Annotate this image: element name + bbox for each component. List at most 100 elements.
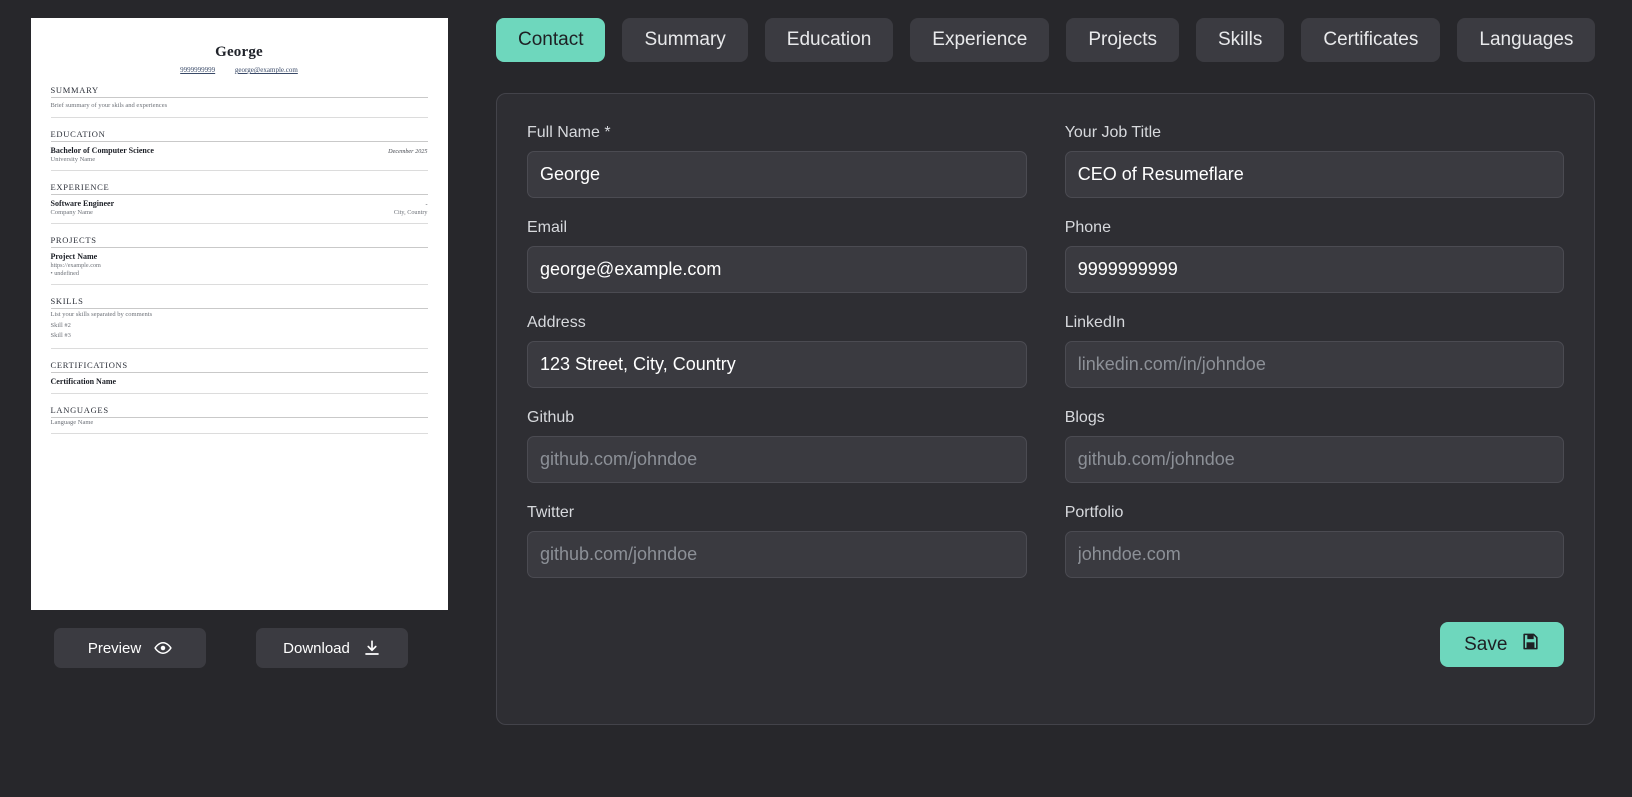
- field-linkedin: LinkedIn: [1064, 314, 1565, 388]
- resume-section-title-education: EDUCATION: [50, 129, 428, 143]
- resume-project-name: Project Name: [50, 252, 98, 262]
- resume-experience-row-2: Company Name City, Country: [51, 208, 428, 216]
- linkedin-input[interactable]: [1064, 341, 1565, 388]
- resume-document: George 9999999999 george@example.com SUM…: [30, 18, 448, 610]
- portfolio-input[interactable]: [1064, 531, 1565, 578]
- label-phone: Phone: [1064, 219, 1111, 236]
- email-input[interactable]: [527, 246, 1027, 293]
- field-portfolio: Portfolio: [1064, 504, 1565, 578]
- address-input[interactable]: [527, 341, 1027, 388]
- tab-education[interactable]: Education: [764, 18, 894, 62]
- label-blogs: Blogs: [1064, 409, 1105, 426]
- divider: [50, 223, 428, 225]
- field-address: Address: [527, 314, 1027, 388]
- resume-education-school: University Name: [50, 156, 96, 164]
- resume-contact-line: 9999999999 george@example.com: [51, 66, 428, 74]
- field-phone: Phone: [1064, 219, 1565, 293]
- resume-experience-location: City, Country: [393, 209, 428, 217]
- resume-project-url[interactable]: https://example.com: [51, 262, 428, 269]
- label-linkedin: LinkedIn: [1064, 314, 1126, 331]
- field-full-name: Full Name *: [527, 124, 1027, 198]
- eye-icon: [154, 639, 172, 657]
- resume-section-education: EDUCATION Bachelor of Computer Science D…: [50, 129, 428, 172]
- resume-language-name: Language Name: [50, 418, 94, 426]
- download-button-label: Download: [283, 639, 350, 657]
- resume-section-skills: SKILLS List your skills separated by com…: [50, 296, 428, 349]
- field-email: Email: [527, 219, 1027, 293]
- resume-section-title-certifications: CERTIFICATIONS: [50, 360, 428, 373]
- tab-languages[interactable]: Languages: [1457, 18, 1596, 62]
- tab-contact[interactable]: Contact: [496, 18, 606, 62]
- preview-button[interactable]: Preview: [54, 628, 206, 668]
- field-job-title: Your Job Title: [1064, 124, 1565, 198]
- resume-project-bullet: • undefined: [50, 270, 79, 278]
- twitter-input[interactable]: [527, 531, 1027, 578]
- preview-button-label: Preview: [87, 639, 142, 657]
- phone-input[interactable]: [1064, 246, 1565, 293]
- resume-experience-row: Software Engineer -: [51, 195, 428, 208]
- resume-preview-pane: George 9999999999 george@example.com SUM…: [30, 18, 448, 797]
- resume-actions: Preview Download: [30, 628, 448, 668]
- label-twitter: Twitter: [527, 504, 575, 521]
- save-row: Save: [527, 622, 1565, 667]
- resume-phone-link[interactable]: 9999999999: [180, 66, 215, 74]
- resume-section-title-skills: SKILLS: [50, 296, 428, 310]
- tab-skills[interactable]: Skills: [1196, 18, 1285, 62]
- resume-experience-date: -: [425, 201, 428, 209]
- divider: [50, 392, 428, 394]
- download-button[interactable]: Download: [256, 628, 408, 668]
- resume-section-title-summary: SUMMARY: [50, 85, 428, 98]
- resume-skill-item: Skill #3: [50, 332, 71, 340]
- divider: [50, 347, 428, 349]
- resume-section-experience: EXPERIENCE Software Engineer - Company N…: [50, 182, 428, 225]
- download-icon: [363, 639, 381, 657]
- contact-form-panel: Full Name * Your Job Title Email Phone A: [496, 93, 1596, 725]
- resume-section-certifications: CERTIFICATIONS Certification Name: [50, 360, 428, 394]
- resume-skill-item: List your skills separated by comments: [50, 311, 153, 319]
- contact-form-grid: Full Name * Your Job Title Email Phone A: [527, 124, 1565, 599]
- app-root: George 9999999999 george@example.com SUM…: [0, 0, 1632, 797]
- field-github: Github: [527, 409, 1027, 483]
- resume-email-link[interactable]: george@example.com: [235, 66, 298, 74]
- label-full-name: Full Name *: [527, 124, 611, 141]
- save-button[interactable]: Save: [1440, 622, 1565, 667]
- resume-summary-body: Brief summary of your skils and experien…: [50, 102, 168, 109]
- tab-projects[interactable]: Projects: [1066, 18, 1179, 62]
- resume-section-summary: SUMMARY Brief summary of your skils and …: [50, 85, 428, 119]
- resume-certification-name: Certification Name: [50, 376, 117, 386]
- editor-pane: Contact Summary Education Experience Pro…: [448, 18, 1607, 797]
- resume-name: George: [215, 44, 263, 60]
- resume-education-date: December 2025: [388, 148, 428, 156]
- resume-education-degree: Bachelor of Computer Science: [50, 146, 154, 156]
- tab-summary[interactable]: Summary: [622, 18, 748, 62]
- tab-certificates[interactable]: Certificates: [1301, 18, 1441, 62]
- label-portfolio: Portfolio: [1064, 504, 1124, 521]
- divider: [50, 117, 428, 119]
- label-job-title: Your Job Title: [1064, 124, 1162, 141]
- resume-section-title-projects: PROJECTS: [50, 235, 428, 249]
- section-tabs: Contact Summary Education Experience Pro…: [496, 18, 1596, 62]
- resume-skill-item: Skill #2: [50, 321, 71, 329]
- resume-section-languages: LANGUAGES Language Name: [50, 405, 428, 434]
- resume-section-title-experience: EXPERIENCE: [50, 182, 428, 196]
- blogs-input[interactable]: [1064, 436, 1565, 483]
- field-blogs: Blogs: [1064, 409, 1565, 483]
- field-twitter: Twitter: [527, 504, 1027, 578]
- label-github: Github: [527, 409, 575, 426]
- resume-experience-role: Software Engineer: [50, 199, 115, 209]
- github-input[interactable]: [527, 436, 1027, 483]
- divider: [50, 284, 428, 286]
- resume-education-row: Bachelor of Computer Science December 20…: [51, 142, 428, 155]
- resume-section-title-languages: LANGUAGES: [50, 405, 428, 418]
- resume-section-projects: PROJECTS Project Name https://example.co…: [50, 235, 428, 286]
- resume-experience-company: Company Name: [50, 209, 93, 217]
- divider: [50, 432, 428, 434]
- label-email: Email: [527, 219, 568, 236]
- full-name-input[interactable]: [527, 151, 1027, 198]
- job-title-input[interactable]: [1064, 151, 1565, 198]
- floppy-disk-icon: [1521, 632, 1540, 657]
- save-button-label: Save: [1464, 633, 1508, 655]
- label-address: Address: [527, 314, 586, 331]
- divider: [50, 170, 428, 172]
- tab-experience[interactable]: Experience: [910, 18, 1050, 62]
